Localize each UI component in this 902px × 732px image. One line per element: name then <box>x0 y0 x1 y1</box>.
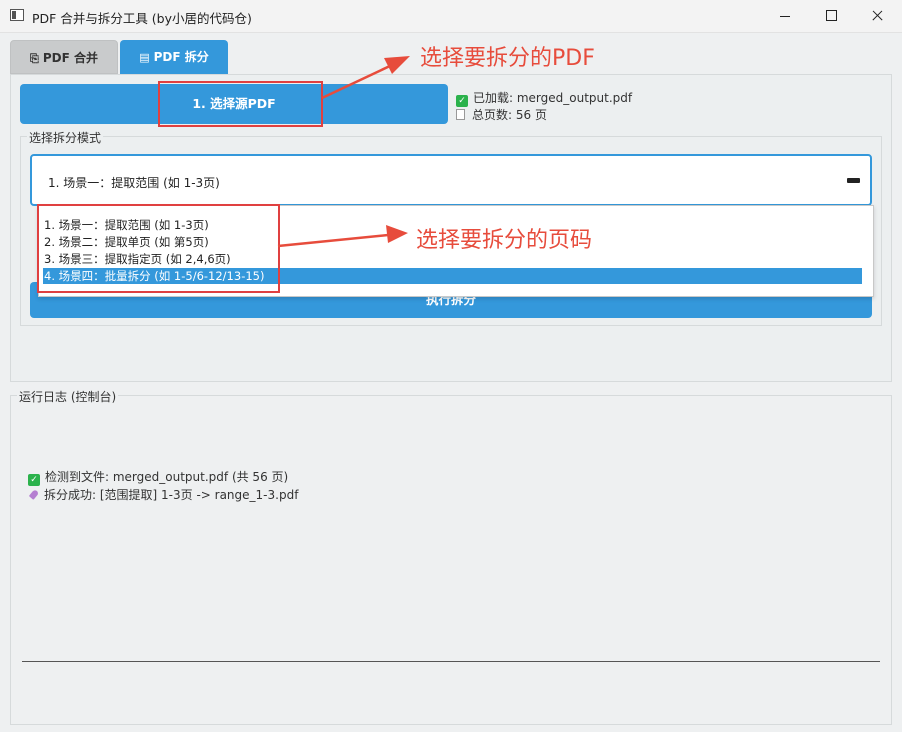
log-line: ✓ 检测到文件: merged_output.pdf (共 56 页) <box>28 468 288 486</box>
log-group <box>10 395 892 725</box>
arrowhead-middle <box>386 225 408 243</box>
rocket-icon <box>28 489 40 501</box>
log-divider <box>22 661 880 662</box>
log-line-text: 检测到文件: merged_output.pdf (共 56 页) <box>45 470 289 484</box>
annotation-select-pages: 选择要拆分的页码 <box>416 228 593 253</box>
log-line-text: 拆分成功: [范围提取] 1-3页 -> range_1-3.pdf <box>44 488 299 502</box>
log-line: 拆分成功: [范围提取] 1-3页 -> range_1-3.pdf <box>28 486 298 503</box>
annotation-select-pdf: 选择要拆分的PDF <box>420 46 595 71</box>
arrow-line-top <box>321 63 393 100</box>
arrowhead-top <box>384 56 410 74</box>
log-label: 运行日志 (控制台) <box>17 388 119 405</box>
arrow-line-middle <box>277 233 389 248</box>
checkmark-icon: ✓ <box>28 474 40 486</box>
